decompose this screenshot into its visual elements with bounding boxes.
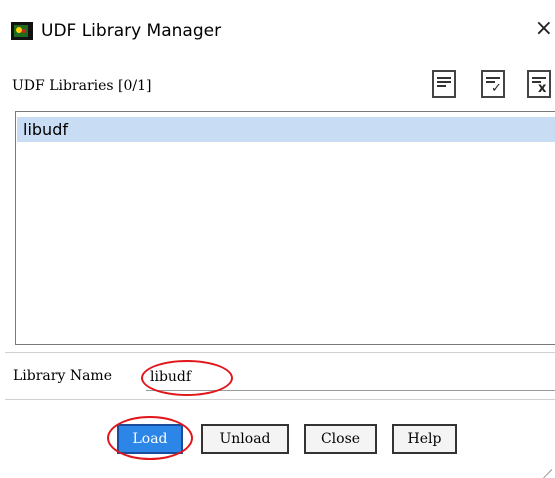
load-button[interactable]: Load	[117, 424, 183, 454]
close-button[interactable]: Close	[304, 424, 377, 454]
library-name-label: Library Name	[13, 368, 112, 384]
library-name-input[interactable]	[146, 363, 555, 391]
udf-libraries-list[interactable]: libudf	[15, 111, 555, 345]
select-all-button[interactable]	[432, 70, 456, 98]
list-item-libudf[interactable]: libudf	[17, 117, 555, 142]
select-check-button[interactable]: ✓	[481, 70, 505, 98]
unload-button[interactable]: Unload	[201, 424, 289, 454]
udf-libraries-label: UDF Libraries [0/1]	[12, 78, 152, 94]
deselect-button[interactable]: x	[527, 70, 551, 98]
window-title: UDF Library Manager	[41, 21, 222, 41]
help-button[interactable]: Help	[392, 424, 457, 454]
title-bar: UDF Library Manager ×	[0, 0, 555, 62]
separator	[5, 352, 555, 353]
separator	[5, 399, 555, 400]
fluent-app-icon	[11, 22, 33, 40]
close-window-button[interactable]: ×	[533, 16, 553, 42]
resize-grip-icon[interactable]	[539, 459, 553, 478]
